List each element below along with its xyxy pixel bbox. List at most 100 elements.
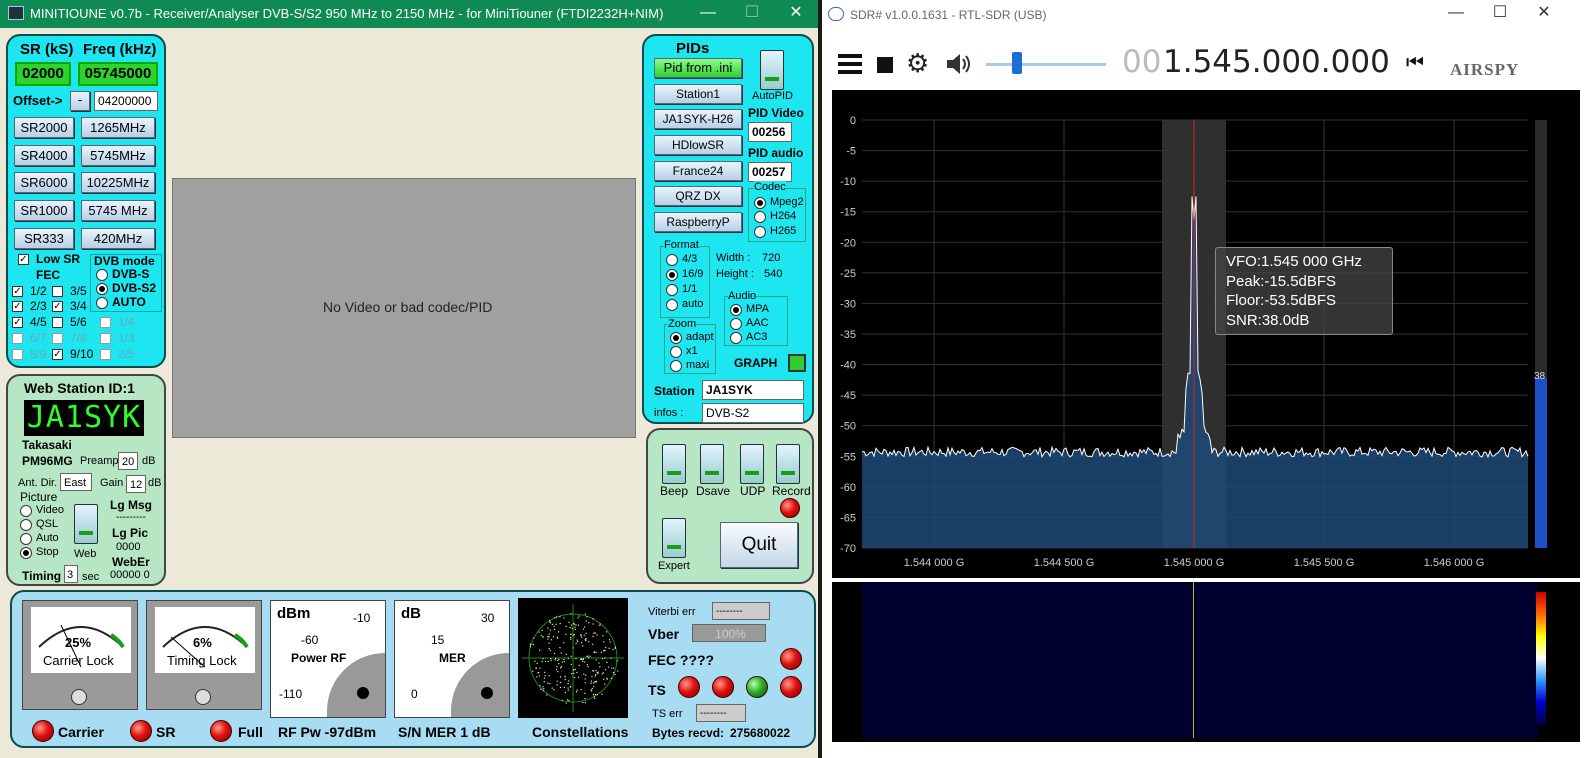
zoom-x1-radio[interactable] — [670, 346, 682, 358]
raspberryp-button[interactable]: RaspberryP — [654, 212, 742, 232]
format-1-1-radio[interactable] — [666, 284, 678, 296]
pid-audio-field[interactable]: 00257 — [748, 162, 792, 182]
ant-dir-field[interactable]: East — [60, 473, 92, 491]
auto-radio[interactable] — [96, 297, 108, 309]
constellation-point — [596, 694, 598, 696]
graph-toggle-button[interactable] — [788, 354, 806, 372]
dsave-label: Dsave — [696, 484, 731, 498]
picture-stop-radio[interactable] — [20, 547, 32, 559]
menu-icon[interactable] — [838, 54, 862, 74]
waterfall-display[interactable] — [832, 582, 1580, 742]
offset-field[interactable]: 04200000 — [94, 91, 158, 111]
fec-2-3-checkbox[interactable]: ✓ — [12, 301, 23, 312]
zoom-adapt-radio[interactable] — [670, 332, 682, 344]
picture-auto-radio[interactable] — [20, 533, 32, 545]
freq-5745-button[interactable]: 5745MHz — [81, 145, 155, 166]
freq-420-button[interactable]: 420MHz — [81, 228, 155, 249]
freq-value[interactable]: 05745000 — [78, 62, 158, 86]
codec-mpeg2-radio[interactable] — [754, 197, 766, 209]
dvb-s-radio[interactable] — [96, 269, 108, 281]
freq-5745b-button[interactable]: 5745 MHz — [81, 200, 155, 221]
sr2000-button[interactable]: SR2000 — [14, 117, 74, 138]
pid-video-field[interactable]: 00256 — [748, 122, 792, 142]
fec-3-4-checkbox[interactable]: ✓ — [52, 301, 63, 312]
sr-value[interactable]: 02000 — [15, 62, 71, 86]
format-4-3-radio[interactable] — [666, 254, 678, 266]
frequency-display[interactable]: 1.545.000.000 — [1163, 44, 1390, 80]
codec-h265-radio[interactable] — [754, 226, 766, 238]
dsave-toggle-switch[interactable] — [700, 444, 724, 484]
fec-2-5-checkbox[interactable] — [100, 349, 111, 360]
freq-1265-button[interactable]: 1265MHz — [81, 117, 155, 138]
codec-h264-radio[interactable] — [754, 211, 766, 223]
volume-slider-track[interactable] — [986, 63, 1106, 66]
pid-from-ini-button[interactable]: Pid from .ini — [654, 58, 742, 78]
qrz-dx-button[interactable]: QRZ DX — [654, 186, 742, 206]
picture-video-radio[interactable] — [20, 505, 32, 517]
gain-field[interactable]: 12 — [126, 475, 146, 493]
low-sr-checkbox[interactable]: ✓ — [18, 254, 29, 265]
web-toggle-switch[interactable] — [74, 504, 98, 544]
timing-lock-knob[interactable] — [195, 689, 211, 705]
fec-7-8-checkbox[interactable] — [52, 333, 63, 344]
infos-field[interactable]: DVB-S2 — [702, 403, 804, 423]
maximize-button[interactable]: ☐ — [730, 2, 774, 26]
expert-toggle-switch[interactable] — [662, 518, 686, 558]
format-auto-radio[interactable] — [666, 299, 678, 311]
record-toggle-switch[interactable] — [776, 444, 800, 484]
audio-mpa-radio[interactable] — [730, 304, 742, 316]
spectrum-display[interactable]: 0 -5 -10 -15 -20 -25 -30 -35 -40 -45 -50 -55 -60 -65 -… — [832, 90, 1580, 578]
y-tick-label: -15 — [840, 207, 856, 219]
close-button[interactable]: ✕ — [774, 2, 818, 26]
sdr-minimize-button[interactable]: — — [1434, 2, 1478, 26]
freq-10225-button[interactable]: 10225MHz — [81, 172, 155, 193]
sdr-close-button[interactable]: ✕ — [1522, 2, 1566, 26]
dvb-s2-radio[interactable] — [96, 283, 108, 295]
fec-8-9-checkbox[interactable] — [12, 349, 23, 360]
offset-minus-button[interactable]: - — [70, 91, 90, 111]
autopid-toggle-switch[interactable] — [760, 50, 784, 90]
fec-9-10-checkbox[interactable]: ✓ — [52, 349, 63, 360]
fec-1-2-checkbox[interactable]: ✓ — [12, 286, 23, 297]
sr6000-button[interactable]: SR6000 — [14, 172, 74, 193]
constellation-point — [558, 658, 560, 660]
udp-toggle-switch[interactable] — [740, 444, 764, 484]
format-1-1-label: 1/1 — [682, 283, 698, 295]
minimize-button[interactable]: — — [686, 2, 730, 26]
fec-3-5-checkbox[interactable] — [52, 286, 63, 297]
sdr-maximize-button[interactable]: ☐ — [1478, 2, 1522, 26]
france24-button[interactable]: France24 — [654, 161, 742, 181]
settings-gear-icon[interactable]: ⚙ — [906, 50, 934, 78]
picture-qsl-radio[interactable] — [20, 519, 32, 531]
sr1000-button[interactable]: SR1000 — [14, 200, 74, 221]
sr4000-button[interactable]: SR4000 — [14, 145, 74, 166]
speaker-icon[interactable] — [944, 50, 972, 78]
timing-field[interactable]: 3 — [64, 565, 78, 583]
zoom-maxi-radio[interactable] — [670, 360, 682, 372]
fec-5-6-checkbox[interactable] — [52, 317, 63, 328]
beep-toggle-switch[interactable] — [662, 444, 686, 484]
ts-led-2 — [712, 676, 734, 698]
fec-1-4-checkbox[interactable] — [100, 317, 111, 328]
volume-slider-thumb[interactable] — [1012, 52, 1022, 74]
ja1syk-h26-button[interactable]: JA1SYK-H26 — [654, 109, 742, 129]
audio-aac-radio[interactable] — [730, 318, 742, 330]
constellation-point — [585, 674, 587, 676]
frequency-leading-zeros[interactable]: 00 — [1122, 44, 1161, 80]
stop-icon[interactable] — [877, 57, 893, 73]
hdlowsr-button[interactable]: HDlowSR — [654, 135, 742, 155]
fec-4-5-checkbox[interactable]: ✓ — [12, 317, 23, 328]
fec-6-7-checkbox[interactable] — [12, 333, 23, 344]
sr333-button[interactable]: SR333 — [14, 228, 74, 249]
station1-button[interactable]: Station1 — [654, 84, 742, 104]
audio-ac3-radio[interactable] — [730, 332, 742, 344]
skip-back-icon[interactable]: ⏮ — [1406, 53, 1426, 74]
full-label: Full — [238, 724, 263, 740]
carrier-led — [32, 720, 54, 742]
format-16-9-radio[interactable] — [666, 269, 678, 281]
fec-1-3-checkbox[interactable] — [100, 333, 111, 344]
preamp-field[interactable]: 20 — [118, 452, 138, 470]
station-field[interactable]: JA1SYK — [702, 380, 804, 400]
quit-button[interactable]: Quit — [720, 522, 798, 568]
carrier-lock-knob[interactable] — [71, 689, 87, 705]
